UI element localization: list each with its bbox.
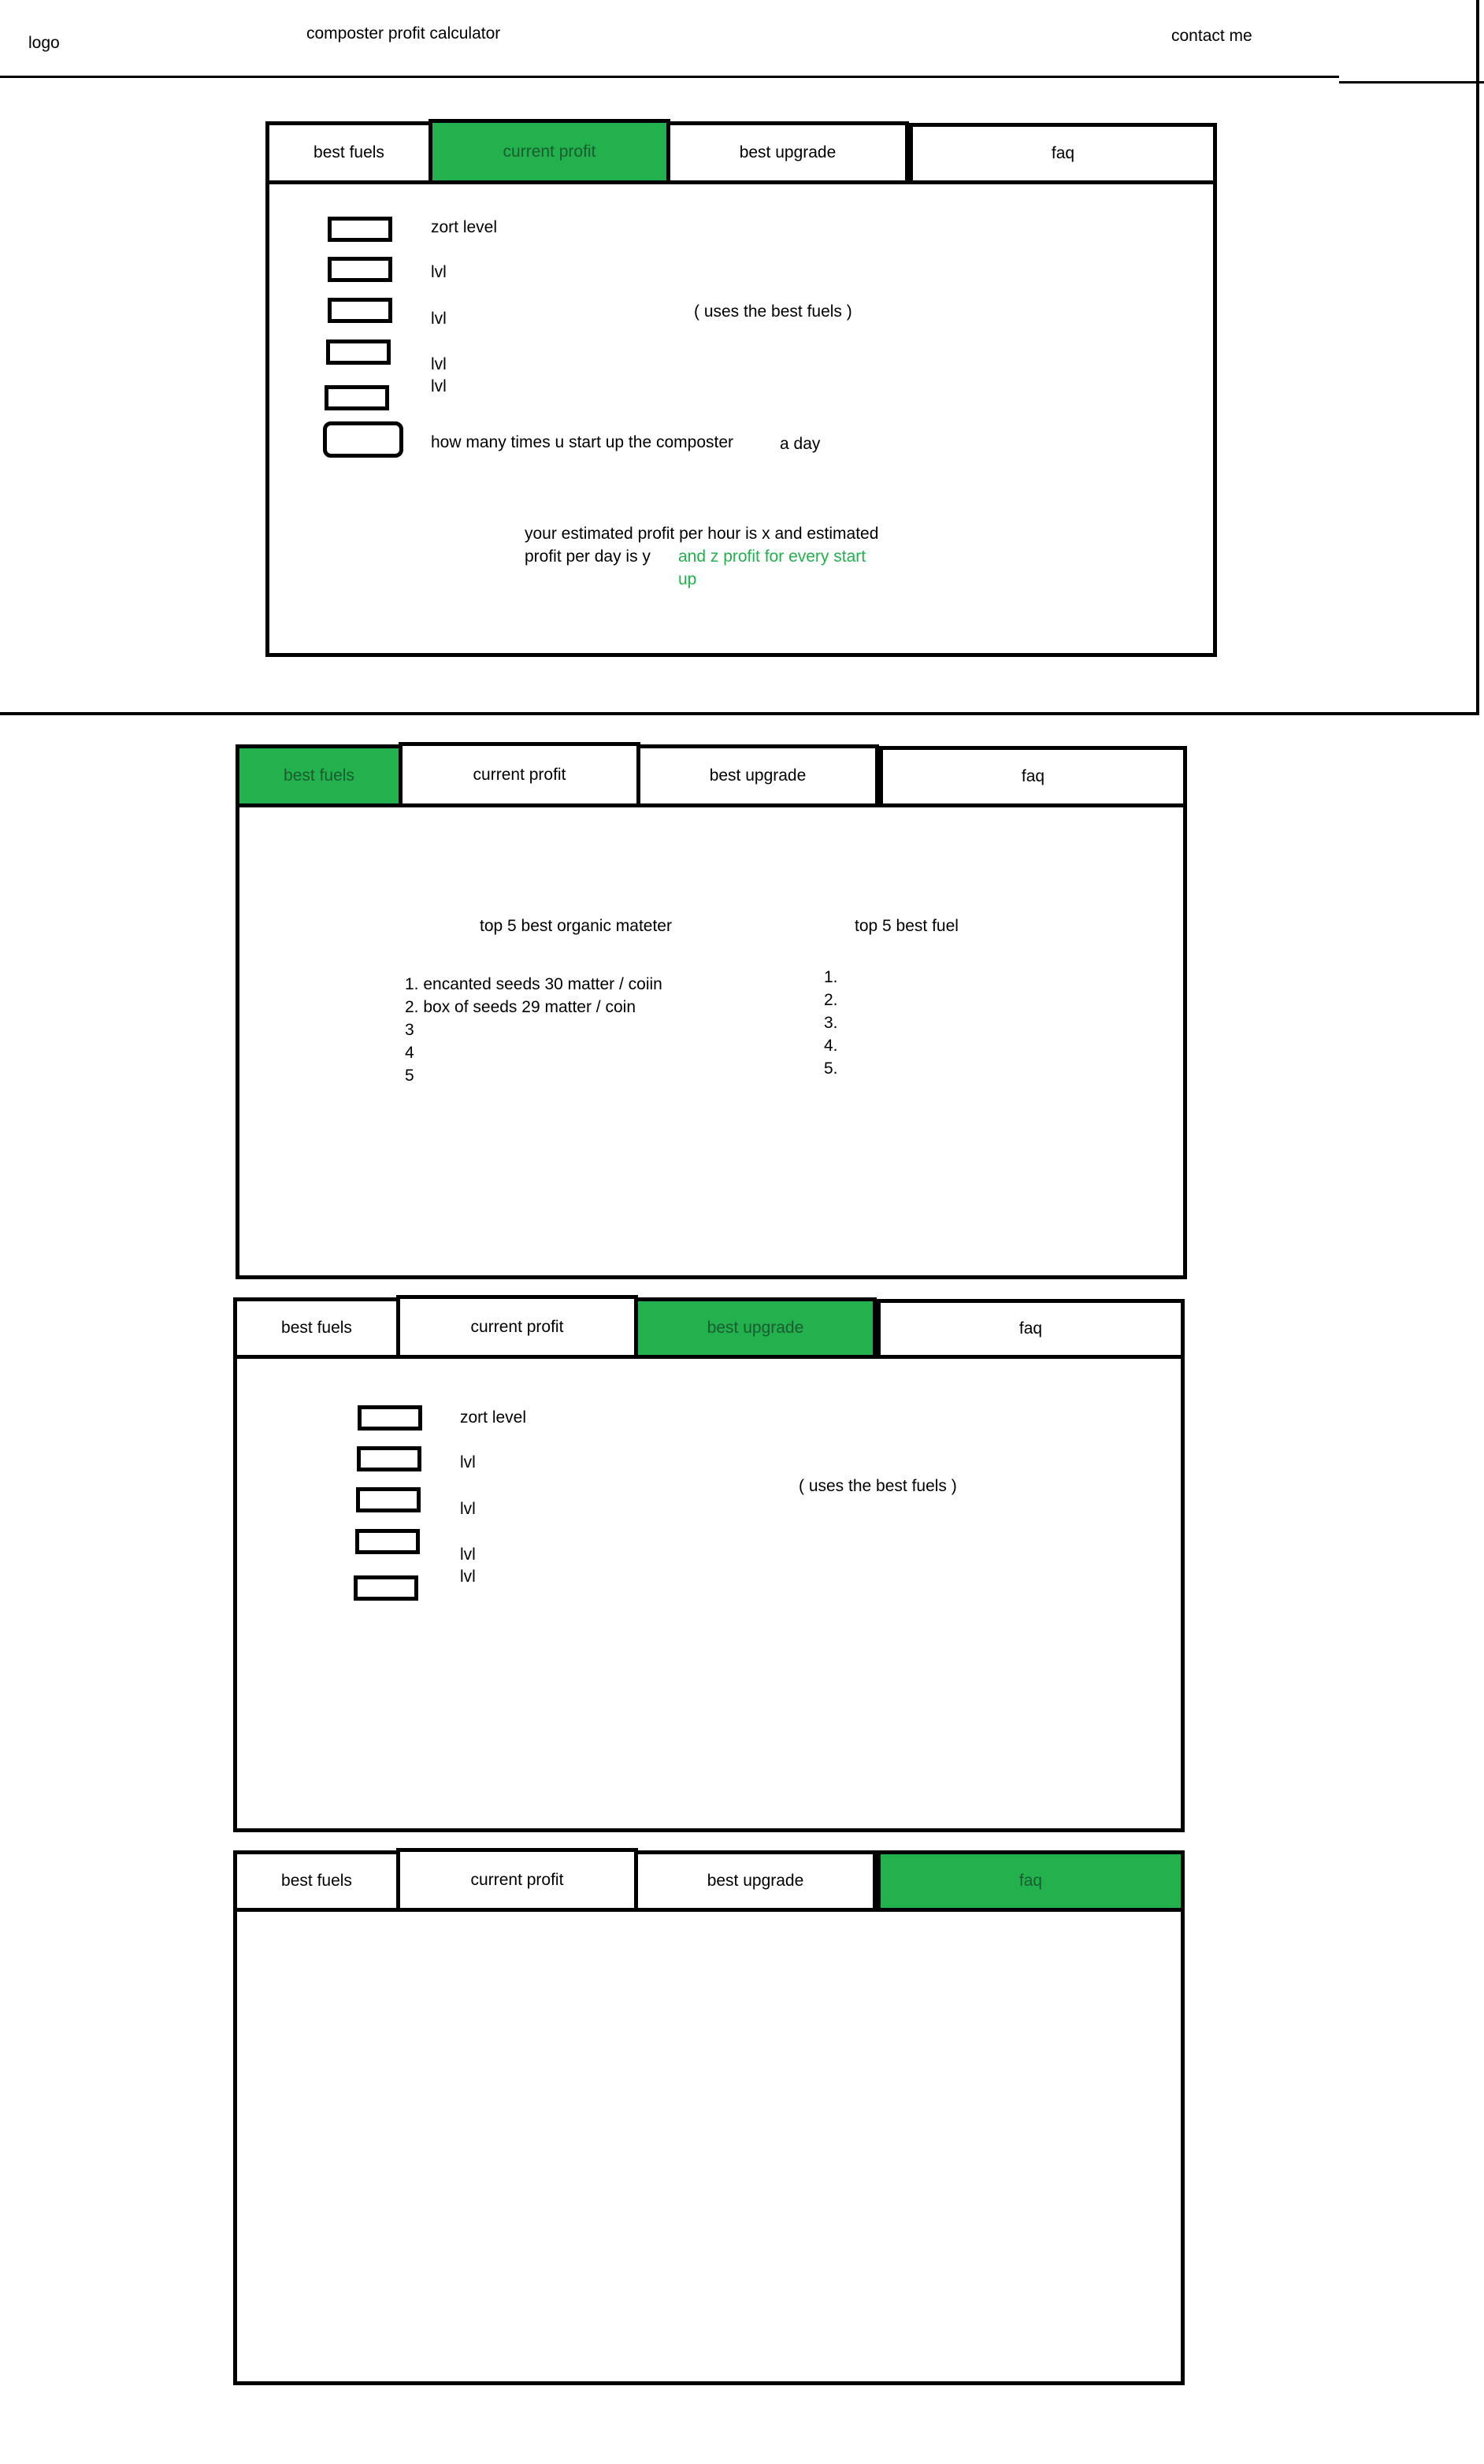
lvl-label-2: lvl bbox=[460, 1500, 476, 1518]
tab-best-upgrade[interactable]: best upgrade bbox=[634, 1297, 877, 1359]
tab-best-fuels[interactable]: best fuels bbox=[233, 1297, 400, 1359]
fuel-item: 3. bbox=[824, 1014, 838, 1032]
tab-label: best upgrade bbox=[739, 143, 837, 161]
organic-list-title: top 5 best organic mateter bbox=[480, 917, 672, 935]
header-divider bbox=[0, 76, 1339, 78]
tab-label: faq bbox=[1018, 1872, 1043, 1890]
tab-current-profit[interactable]: current profit bbox=[399, 742, 640, 807]
zort-level-label: zort level bbox=[431, 218, 498, 236]
lvl-input-1[interactable] bbox=[357, 1446, 421, 1471]
panel-body bbox=[265, 180, 1217, 657]
header-divider-right bbox=[1339, 81, 1484, 83]
tab-label: best upgrade bbox=[709, 766, 807, 785]
tab-label: current profit bbox=[503, 142, 596, 161]
tab-current-profit[interactable]: current profit bbox=[396, 1848, 638, 1912]
result-line-2: profit per day is y bbox=[525, 547, 651, 566]
result-startup-profit: and z profit for every start bbox=[678, 547, 866, 566]
panel-body bbox=[233, 1906, 1185, 2385]
fuel-item: 1. bbox=[824, 968, 838, 986]
startups-label: how many times u start up the composter bbox=[431, 433, 733, 451]
lvl-label-1: lvl bbox=[431, 263, 447, 281]
lvl-input-4[interactable] bbox=[325, 385, 389, 410]
tab-faq[interactable]: faq bbox=[877, 1850, 1185, 1912]
organic-item: 1. encanted seeds 30 matter / coiin bbox=[405, 975, 662, 993]
tab-label: faq bbox=[1018, 1319, 1043, 1338]
result-startup-profit-cont: up bbox=[678, 570, 697, 588]
zort-level-label: zort level bbox=[460, 1408, 527, 1427]
organic-item: 4 bbox=[405, 1044, 414, 1062]
tab-faq[interactable]: faq bbox=[877, 1299, 1185, 1359]
startups-input[interactable] bbox=[323, 421, 403, 458]
tab-label: current profit bbox=[470, 1317, 564, 1336]
result-line-1: your estimated profit per hour is x and … bbox=[525, 525, 879, 543]
lvl-label-4: lvl bbox=[431, 377, 447, 395]
zort-level-input[interactable] bbox=[328, 217, 392, 242]
lvl-label-3: lvl bbox=[460, 1546, 476, 1564]
contact-link[interactable]: contact me bbox=[1171, 25, 1252, 47]
organic-item: 5 bbox=[405, 1067, 414, 1085]
fuel-list-title: top 5 best fuel bbox=[855, 917, 959, 935]
lvl-input-3[interactable] bbox=[355, 1529, 420, 1554]
lvl-label-2: lvl bbox=[431, 310, 447, 328]
logo[interactable]: logo bbox=[28, 32, 60, 54]
tab-label: faq bbox=[1051, 144, 1075, 162]
fuel-item: 5. bbox=[824, 1059, 838, 1078]
best-fuels-note: ( uses the best fuels ) bbox=[694, 302, 852, 321]
frame-bottom-line bbox=[0, 712, 1479, 715]
tab-label: best upgrade bbox=[707, 1319, 804, 1337]
tab-current-profit[interactable]: current profit bbox=[396, 1295, 638, 1359]
tab-best-upgrade[interactable]: best upgrade bbox=[666, 121, 909, 184]
tab-label: best fuels bbox=[313, 143, 384, 161]
tab-label: current profit bbox=[470, 1870, 564, 1889]
tab-label: best fuels bbox=[281, 1319, 352, 1337]
tab-faq[interactable]: faq bbox=[909, 123, 1217, 184]
organic-item: 3 bbox=[405, 1021, 414, 1039]
tab-best-fuels[interactable]: best fuels bbox=[265, 121, 432, 184]
tab-best-upgrade[interactable]: best upgrade bbox=[634, 1850, 877, 1912]
site-title: composter profit calculator bbox=[306, 24, 501, 43]
tab-faq[interactable]: faq bbox=[879, 746, 1187, 807]
lvl-input-2[interactable] bbox=[328, 298, 392, 323]
lvl-input-1[interactable] bbox=[328, 257, 392, 282]
lvl-label-4: lvl bbox=[460, 1568, 476, 1586]
tab-label: current profit bbox=[473, 765, 566, 784]
organic-item: 2. box of seeds 29 matter / coin bbox=[405, 998, 636, 1016]
lvl-label-3: lvl bbox=[431, 355, 447, 373]
frame-right-line bbox=[1476, 0, 1479, 715]
panel-body bbox=[236, 802, 1187, 1279]
tab-label: best fuels bbox=[281, 1872, 352, 1890]
tab-best-fuels[interactable]: best fuels bbox=[236, 744, 403, 807]
lvl-input-2[interactable] bbox=[356, 1487, 421, 1512]
tab-best-upgrade[interactable]: best upgrade bbox=[636, 744, 879, 807]
tab-current-profit[interactable]: current profit bbox=[429, 119, 670, 184]
tab-label: faq bbox=[1021, 767, 1045, 785]
best-fuels-note: ( uses the best fuels ) bbox=[799, 1477, 957, 1495]
fuel-item: 2. bbox=[824, 991, 838, 1009]
tab-best-fuels[interactable]: best fuels bbox=[233, 1850, 400, 1912]
lvl-input-4[interactable] bbox=[354, 1575, 418, 1601]
tab-label: best upgrade bbox=[707, 1872, 804, 1890]
fuel-item: 4. bbox=[824, 1037, 838, 1055]
zort-level-input[interactable] bbox=[358, 1405, 422, 1431]
startups-suffix: a day bbox=[780, 435, 821, 453]
tab-label: best fuels bbox=[284, 766, 354, 785]
lvl-input-3[interactable] bbox=[326, 340, 391, 365]
lvl-label-1: lvl bbox=[460, 1453, 476, 1471]
